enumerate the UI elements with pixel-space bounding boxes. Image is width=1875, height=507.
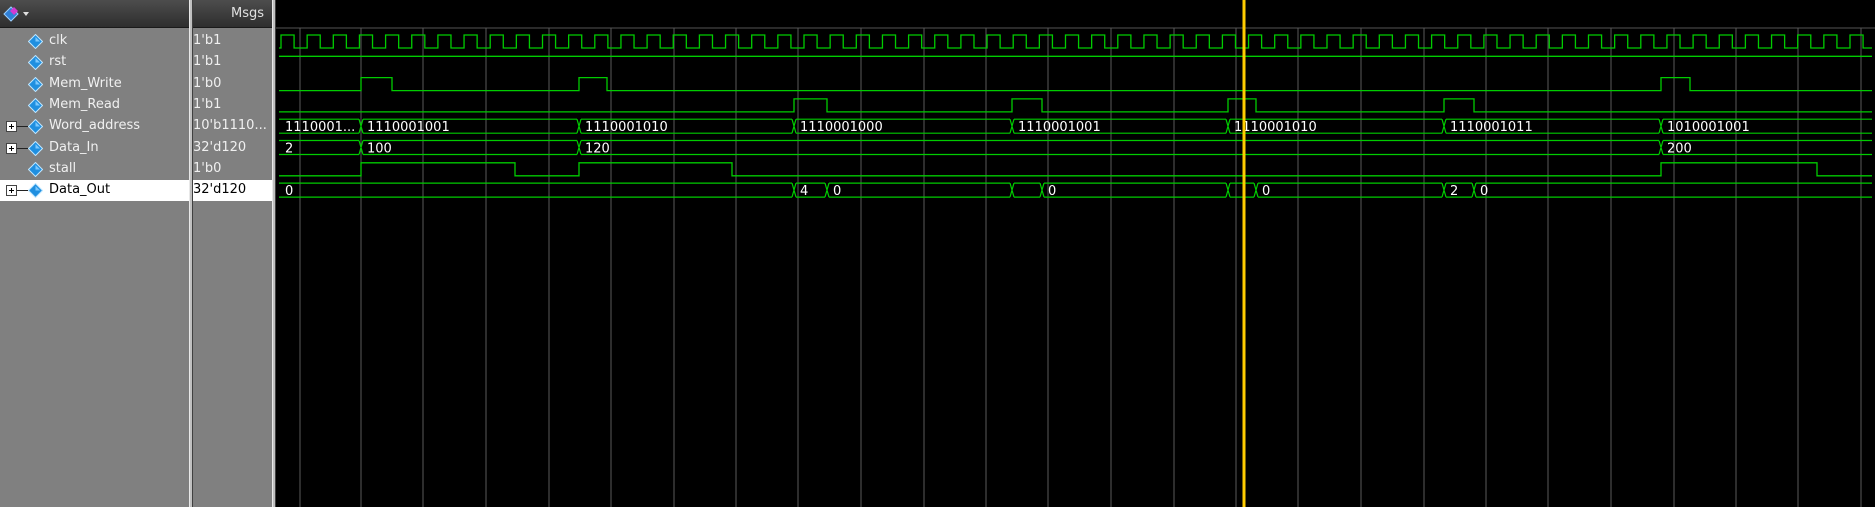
data-out-value-label: 0	[1480, 184, 1488, 199]
mem-write-waveform	[279, 76, 1872, 92]
data-out-value-label: 0	[1048, 184, 1056, 199]
tree-line	[17, 190, 28, 191]
data-out-value-label: 0	[833, 184, 841, 199]
signal-row-mem-read[interactable]: Mem_Read	[0, 95, 189, 116]
mem-read-waveform	[279, 98, 1872, 113]
value-row-mem-write[interactable]: 1'b0	[193, 74, 272, 95]
data-out-value-label: 0	[1262, 184, 1270, 199]
signal-name: Mem_Read	[49, 97, 121, 112]
signal-value: 1'b1	[193, 54, 222, 69]
signal-diamond-icon	[28, 183, 43, 198]
value-row-data-out[interactable]: 32'd120	[193, 180, 272, 201]
signal-row-word-address[interactable]: Word_address	[0, 116, 189, 137]
signal-row-rst[interactable]: rst	[0, 52, 189, 73]
wave-tool-dropdown-icon[interactable]	[2, 5, 32, 23]
signal-row-stall[interactable]: stall	[0, 159, 189, 180]
signal-diamond-icon	[28, 55, 43, 70]
msgs-column-header: Msgs	[230, 6, 264, 21]
signal-value: 1'b1	[193, 97, 222, 112]
signal-row-data-out[interactable]: Data_Out	[0, 180, 189, 201]
signal-diamond-icon	[28, 119, 43, 134]
value-row-word-address[interactable]: 10'b1110...	[193, 116, 272, 137]
signal-value: 1'b1	[193, 33, 222, 48]
signal-name: Data_Out	[49, 182, 111, 197]
word-address-value-label: 1110001011	[1450, 120, 1533, 135]
signal-value: 32'd120	[193, 140, 247, 155]
stall-waveform	[279, 162, 1872, 177]
data-in-value-label: 2	[285, 142, 293, 157]
waveform-pane[interactable]: 1110001... 1110001001 1110001010 1110001000…	[276, 0, 1875, 507]
data-in-value-label: 200	[1667, 142, 1692, 157]
expand-icon[interactable]	[6, 143, 17, 154]
signal-diamond-icon	[28, 77, 43, 92]
value-row-rst[interactable]: 1'b1	[193, 52, 272, 73]
values-header: Msgs	[193, 0, 272, 28]
expand-icon[interactable]	[6, 121, 17, 132]
signal-name: Mem_Write	[49, 76, 122, 91]
word-address-value-label: 1110001010	[585, 120, 668, 135]
value-row-data-in[interactable]: 32'd120	[193, 138, 272, 159]
signal-name: stall	[49, 161, 77, 176]
expand-icon[interactable]	[6, 185, 17, 196]
value-row-mem-read[interactable]: 1'b1	[193, 95, 272, 116]
data-in-value-label: 100	[367, 142, 392, 157]
signal-diamond-icon	[28, 141, 43, 156]
word-address-value-label: 1110001000	[800, 120, 883, 135]
data-out-value-label: 0	[285, 184, 293, 199]
signal-row-data-in[interactable]: Data_In	[0, 138, 189, 159]
signal-diamond-icon	[28, 162, 43, 177]
word-address-value-label: 1110001010	[1234, 120, 1317, 135]
word-address-value-label: 1010001001	[1667, 120, 1750, 135]
signal-row-mem-write[interactable]: Mem_Write	[0, 74, 189, 95]
signal-value: 10'b1110...	[193, 118, 267, 133]
value-row-stall[interactable]: 1'b0	[193, 159, 272, 180]
signal-name: rst	[49, 54, 67, 69]
tree-line	[17, 126, 28, 127]
clk-waveform	[279, 34, 1872, 49]
signal-row-clk[interactable]: clk	[0, 31, 189, 52]
signal-value: 32'd120	[193, 182, 247, 197]
signal-name: clk	[49, 33, 68, 48]
signal-diamond-icon	[28, 34, 43, 49]
word-address-value-label: 1110001...	[285, 120, 355, 135]
tree-line	[17, 148, 28, 149]
value-row-clk[interactable]: 1'b1	[193, 31, 272, 52]
signal-value: 1'b0	[193, 76, 222, 91]
waveform-canvas[interactable]: 1110001... 1110001001 1110001010 1110001000…	[276, 0, 1875, 507]
data-in-value-label: 120	[585, 142, 610, 157]
names-header	[0, 0, 189, 28]
data-in-waveform	[279, 139, 1872, 156]
signal-name: Data_In	[49, 140, 99, 155]
signal-value: 1'b0	[193, 161, 222, 176]
data-out-value-label: 4	[800, 184, 808, 199]
signal-diamond-icon	[28, 98, 43, 113]
signal-names-pane: clk rst Mem_Write Mem_Read Word_address Data_…	[0, 0, 189, 507]
data-out-value-label: 2	[1450, 184, 1458, 199]
signal-values-pane: Msgs 1'b1 1'b1 1'b0 1'b1 10'b1110... 32'd120 1…	[193, 0, 272, 507]
word-address-value-label: 1110001001	[1018, 120, 1101, 135]
signal-name: Word_address	[49, 118, 140, 133]
word-address-value-label: 1110001001	[367, 120, 450, 135]
data-out-waveform	[279, 182, 1872, 198]
